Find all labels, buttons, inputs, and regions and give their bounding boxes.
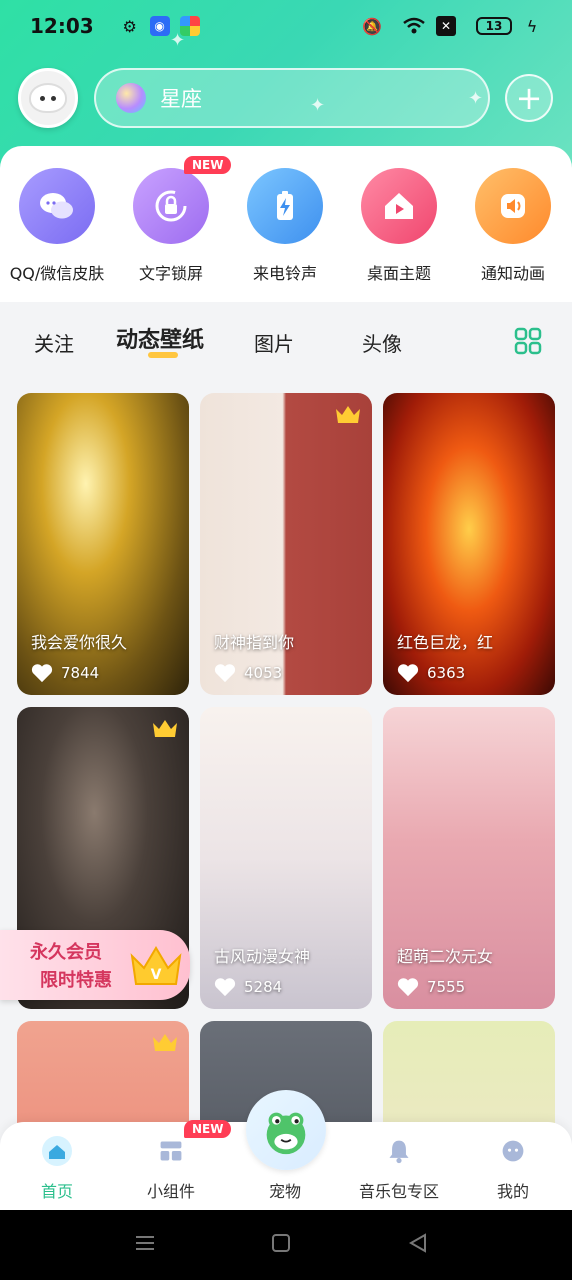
nav-label: 我的: [496, 1182, 529, 1201]
battery-bolt-icon: [247, 168, 323, 244]
chat-bubbles-icon: [19, 168, 95, 244]
card-title: 红色巨龙，红: [397, 633, 494, 652]
like-count: 7844: [61, 664, 100, 682]
nav-label: 首页: [40, 1182, 73, 1201]
home-play-icon: [361, 168, 437, 244]
wallpaper-card[interactable]: 超萌二次元女 7555: [383, 707, 555, 1009]
tab-images[interactable]: 图片: [254, 328, 294, 357]
nav-label: 宠物: [268, 1182, 301, 1201]
search-placeholder: 星座: [160, 87, 202, 111]
grid-view-icon[interactable]: [514, 327, 542, 355]
wifi-icon: [403, 17, 425, 34]
tab-live-wallpaper[interactable]: 动态壁纸: [116, 322, 204, 354]
category-tabs: 关注 动态壁纸 图片 头像: [0, 312, 572, 372]
lock-rotate-icon: [133, 168, 209, 244]
card-likes: 7844: [31, 663, 99, 683]
nav-music[interactable]: 音乐包专区: [344, 1136, 454, 1202]
frog-icon: [266, 1112, 306, 1155]
status-bar: 12:03 ⚙ ◉ 🔕 ✕ 13 ϟ: [0, 0, 572, 52]
vip-promo-banner[interactable]: 永久会员 限时特惠 V: [0, 930, 190, 1000]
card-likes: 5284: [214, 977, 282, 997]
feature-ringtone[interactable]: 来电铃声: [228, 168, 342, 284]
feature-label: 通知动画: [480, 264, 545, 283]
feature-notification-animation[interactable]: 通知动画: [456, 168, 570, 284]
nfc-icon: ◉: [149, 16, 170, 36]
wallpaper-card[interactable]: 红色巨龙，红 6363: [383, 393, 555, 695]
wallpaper-card[interactable]: 古风动漫女神 5284: [200, 707, 372, 1009]
home-icon: [42, 1136, 72, 1166]
add-button[interactable]: +: [505, 74, 553, 122]
user-avatar[interactable]: [18, 68, 78, 128]
nav-profile[interactable]: 我的: [458, 1136, 568, 1202]
mute-icon: 🔕: [362, 16, 382, 36]
home-button-icon[interactable]: [271, 1232, 291, 1254]
card-likes: 4053: [214, 663, 282, 683]
new-badge: NEW: [184, 156, 232, 174]
sim-off-icon: ✕: [436, 16, 456, 36]
settings-icon: ⚙: [122, 16, 137, 36]
nav-label: 小组件: [146, 1182, 195, 1201]
speaker-icon: [475, 168, 551, 244]
like-count: 4053: [244, 664, 283, 682]
card-title: 财神指到你: [214, 633, 295, 652]
like-count: 6363: [427, 664, 466, 682]
svg-text:V: V: [151, 967, 162, 983]
tab-avatars[interactable]: 头像: [362, 328, 402, 357]
avatar-face-icon: [29, 83, 67, 113]
back-icon[interactable]: [407, 1232, 429, 1254]
feature-label: QQ/微信皮肤: [9, 264, 105, 283]
like-count: 5284: [244, 978, 283, 996]
vip-line2: 限时特惠: [40, 970, 112, 991]
battery-icon: 13: [476, 17, 512, 35]
search-bar[interactable]: 星座: [94, 68, 490, 128]
card-likes: 6363: [397, 663, 465, 683]
feature-text-lockscreen[interactable]: 文字锁屏: [114, 168, 228, 284]
nav-label: 音乐包专区: [358, 1182, 439, 1201]
pet-frog-button[interactable]: [246, 1090, 326, 1170]
feature-qq-wechat-skin[interactable]: QQ/微信皮肤: [0, 168, 114, 284]
feature-label: 文字锁屏: [138, 264, 203, 283]
like-count: 7555: [427, 978, 466, 996]
nav-home[interactable]: 首页: [2, 1136, 112, 1202]
planet-icon: [116, 83, 146, 113]
heart-icon[interactable]: [214, 663, 236, 683]
heart-icon[interactable]: [31, 663, 53, 683]
status-time: 12:03: [30, 14, 94, 38]
heart-icon[interactable]: [214, 977, 236, 997]
card-title: 超萌二次元女: [397, 947, 494, 966]
heart-icon[interactable]: [397, 663, 419, 683]
widgets-icon: [156, 1136, 186, 1166]
menu-icon[interactable]: [134, 1232, 156, 1254]
vip-line1: 永久会员: [30, 942, 102, 963]
vip-crown-icon: V: [130, 946, 182, 985]
profile-icon: [498, 1136, 528, 1166]
card-title: 我会爱你很久: [31, 633, 128, 652]
card-title: 古风动漫女神: [214, 947, 311, 966]
card-likes: 7555: [397, 977, 465, 997]
charging-icon: ϟ: [526, 16, 538, 36]
new-badge: NEW: [184, 1120, 232, 1138]
crown-icon: [153, 720, 177, 737]
crown-icon: [153, 1034, 177, 1051]
crown-icon: [336, 406, 360, 423]
wallpaper-card[interactable]: 我会爱你很久 7844: [17, 393, 189, 695]
feature-desktop-theme[interactable]: 桌面主题: [342, 168, 456, 284]
nav-widgets[interactable]: 小组件: [116, 1136, 226, 1202]
bell-icon: [384, 1136, 414, 1166]
feature-label: 来电铃声: [252, 264, 317, 283]
wallpaper-card[interactable]: 财神指到你 4053: [200, 393, 372, 695]
active-tab-indicator: [148, 352, 178, 358]
feature-label: 桌面主题: [366, 264, 431, 283]
heart-icon[interactable]: [397, 977, 419, 997]
app-notification-icon: [179, 16, 200, 36]
tab-follow[interactable]: 关注: [34, 328, 74, 357]
system-navigation-bar: [0, 1210, 572, 1280]
